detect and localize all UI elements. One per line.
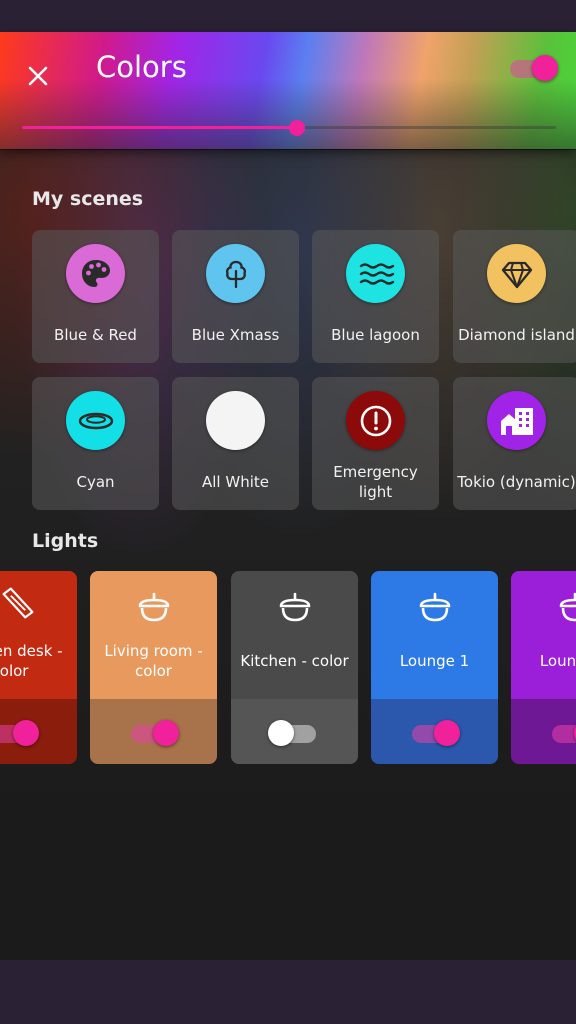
scene-tile-cyan[interactable]: Cyan <box>32 377 159 510</box>
scene-label: Blue lagoon <box>331 326 420 344</box>
toggle-thumb[interactable] <box>268 720 294 746</box>
scene-tile-tokio[interactable]: Tokio (dynamic) <box>453 377 576 510</box>
scene-label: Diamond island <box>458 326 575 344</box>
light-card-top: Kitchen - color <box>231 571 358 699</box>
scene-tile-diamond-island[interactable]: Diamond island <box>453 230 576 363</box>
ceiling-lamp-icon <box>417 589 453 625</box>
slider-fill <box>22 126 297 129</box>
scene-tile-emergency-light[interactable]: Emergency light <box>312 377 439 510</box>
scene-label: Blue & Red <box>54 326 137 344</box>
scene-label: Emergency light <box>333 463 418 501</box>
light-toggle[interactable] <box>131 718 179 746</box>
light-card-kitchen[interactable]: Kitchen - color <box>231 571 358 764</box>
light-card-bottom <box>231 699 358 764</box>
toggle-thumb[interactable] <box>532 55 558 81</box>
brightness-slider[interactable] <box>22 118 556 138</box>
navigation-bar <box>0 960 576 1024</box>
light-card-lounge-2[interactable]: Lounge 2 <box>511 571 576 764</box>
light-name: Kitchen - color <box>240 652 349 670</box>
palette-icon <box>66 244 125 303</box>
scene-tile-blue-red[interactable]: Blue & Red <box>32 230 159 363</box>
status-bar <box>0 0 576 32</box>
toggle-thumb[interactable] <box>434 720 460 746</box>
alert-icon <box>346 391 405 450</box>
scene-label: Tokio (dynamic) <box>457 473 576 491</box>
close-icon <box>28 66 48 86</box>
power-toggle[interactable] <box>510 53 558 81</box>
ceiling-lamp-icon <box>557 589 576 625</box>
light-card-bottom <box>511 699 576 764</box>
toggle-thumb[interactable] <box>153 720 179 746</box>
diamond-icon <box>487 244 546 303</box>
tree-icon <box>206 244 265 303</box>
slider-knob[interactable] <box>289 120 305 136</box>
scene-label: All White <box>202 473 269 491</box>
light-card-top: Garden desk - color <box>0 571 77 699</box>
app-root: Colors My scenes Blue & Red Blue Xmass B… <box>0 0 576 1024</box>
light-card-top: Living room - color <box>90 571 217 699</box>
light-card-living-room[interactable]: Living room - color <box>90 571 217 764</box>
scene-tile-blue-xmass[interactable]: Blue Xmass <box>172 230 299 363</box>
light-name: Lounge 2 <box>539 652 576 670</box>
toggle-track <box>552 725 576 743</box>
scene-label: Blue Xmass <box>191 326 280 344</box>
lights-section-title: Lights <box>32 530 99 552</box>
light-toggle[interactable] <box>0 718 39 746</box>
scene-tile-blue-lagoon[interactable]: Blue lagoon <box>312 230 439 363</box>
ceiling-lamp-icon <box>277 589 313 625</box>
page-title: Colors <box>96 50 187 84</box>
light-card-bottom <box>90 699 217 764</box>
scene-label: Cyan <box>76 473 115 491</box>
light-toggle[interactable] <box>268 718 320 746</box>
scene-tile-all-white[interactable]: All White <box>172 377 299 510</box>
close-button[interactable] <box>16 54 60 98</box>
ceiling-light-icon <box>66 391 125 450</box>
waves-icon <box>346 244 405 303</box>
light-name: Garden desk - color <box>0 642 63 680</box>
light-card-bottom <box>0 699 77 764</box>
light-card-top: Lounge 1 <box>371 571 498 699</box>
light-strip-icon <box>0 585 36 621</box>
scenes-section-title: My scenes <box>32 188 144 210</box>
light-card-bottom <box>371 699 498 764</box>
light-toggle[interactable] <box>412 718 460 746</box>
city-icon <box>487 391 546 450</box>
ceiling-lamp-icon <box>136 589 172 625</box>
light-card-lounge-1[interactable]: Lounge 1 <box>371 571 498 764</box>
white-orb-icon <box>206 391 265 450</box>
light-card-top: Lounge 2 <box>511 571 576 699</box>
light-card-garden-desk[interactable]: Garden desk - color <box>0 571 77 764</box>
light-name: Living room - color <box>104 642 203 680</box>
light-name: Lounge 1 <box>399 652 470 670</box>
color-header: Colors <box>0 32 576 149</box>
light-toggle[interactable] <box>552 718 576 746</box>
toggle-thumb[interactable] <box>13 720 39 746</box>
